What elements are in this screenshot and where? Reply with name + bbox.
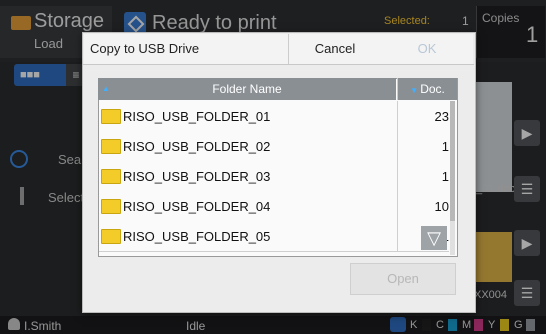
cancel-button[interactable]: Cancel bbox=[288, 34, 382, 64]
doc-count: 1 bbox=[441, 139, 449, 154]
folder-icon bbox=[101, 109, 121, 124]
doc-count: 1 bbox=[441, 169, 449, 184]
column-divider bbox=[397, 161, 398, 191]
folder-icon bbox=[101, 139, 121, 154]
column-header-doc-label: Doc. bbox=[420, 82, 445, 96]
folder-icon bbox=[101, 229, 121, 244]
column-divider bbox=[397, 131, 398, 161]
doc-count: 23 bbox=[434, 109, 449, 124]
scrollbar-thumb[interactable] bbox=[450, 101, 455, 221]
scroll-down-icon[interactable]: ▽ bbox=[421, 226, 447, 250]
folder-name: RISO_USB_FOLDER_01 bbox=[123, 109, 271, 124]
folder-name: RISO_USB_FOLDER_03 bbox=[123, 169, 271, 184]
folder-icon bbox=[101, 199, 121, 214]
folder-name: RISO_USB_FOLDER_02 bbox=[123, 139, 271, 154]
column-divider bbox=[397, 221, 398, 251]
folder-name: RISO_USB_FOLDER_05 bbox=[123, 229, 271, 244]
sort-ascending-icon: ▲ bbox=[102, 84, 110, 93]
dialog-title: Copy to USB Drive bbox=[84, 34, 294, 64]
doc-count: 10 bbox=[434, 199, 449, 214]
divider bbox=[83, 64, 474, 65]
column-divider bbox=[397, 191, 398, 221]
folder-name: RISO_USB_FOLDER_04 bbox=[123, 199, 271, 214]
open-button[interactable]: Open bbox=[350, 263, 456, 295]
column-header-doc[interactable]: ▼ Doc. bbox=[397, 78, 457, 100]
column-divider bbox=[397, 101, 398, 131]
folder-icon bbox=[101, 169, 121, 184]
ok-button[interactable]: OK bbox=[381, 34, 473, 64]
sort-icon: ▼ bbox=[410, 86, 421, 95]
column-header-folder-name[interactable]: Folder Name bbox=[98, 78, 396, 100]
